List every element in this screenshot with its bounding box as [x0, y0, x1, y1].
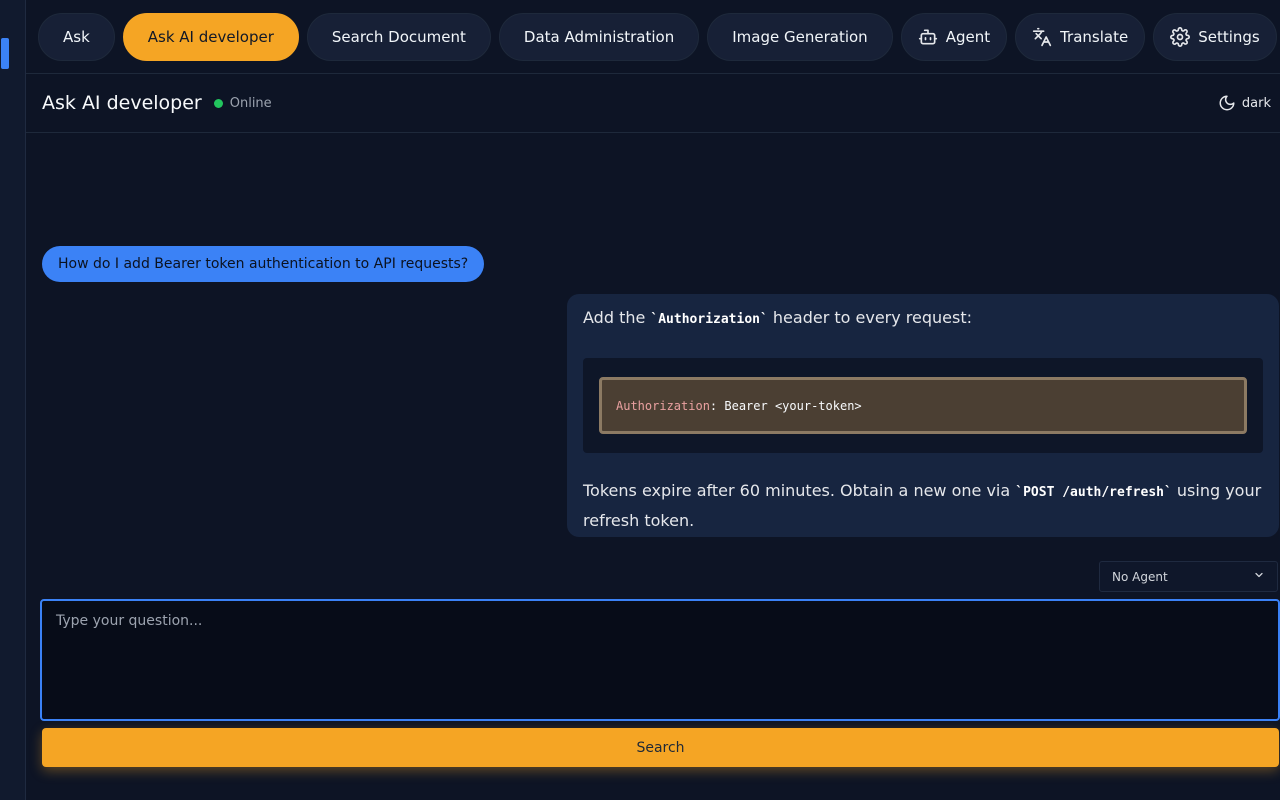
nav-translate-label: Translate — [1060, 27, 1129, 46]
status-text: Online — [229, 95, 272, 111]
sidebar — [0, 0, 26, 800]
nav-translate[interactable]: Translate — [1015, 12, 1146, 61]
ai-response-line2: Tokens expire after 60 minutes. Obtain a… — [583, 481, 1262, 530]
ai-response-line1: Add the `Authorization` header to every … — [583, 308, 972, 327]
inline-code: `POST /auth/refresh` — [1015, 485, 1172, 500]
nav-agent-label: Agent — [945, 27, 991, 46]
chat-header: Ask AI developer Online dark — [26, 74, 1280, 133]
nav-settings-label: Settings — [1198, 27, 1260, 46]
page-title: Ask AI developer — [42, 92, 202, 114]
code-header-key: Authorization — [616, 398, 710, 413]
status-indicator: Online — [213, 95, 272, 111]
robot-icon — [918, 27, 938, 47]
sidebar-toggle-handle[interactable] — [1, 38, 9, 69]
nav-search-document[interactable]: Search Document — [306, 12, 491, 61]
inline-code: `Authorization` — [650, 312, 768, 327]
agent-select[interactable]: No Agent — [1099, 561, 1278, 592]
nav-ask-ai-developer[interactable]: Ask AI developer — [122, 12, 299, 61]
top-navigation: Ask Ask AI developer Search Document Dat… — [26, 0, 1280, 74]
nav-image-generation[interactable]: Image Generation — [707, 12, 893, 61]
code-block: Authorization: Bearer <your-token> — [583, 358, 1263, 453]
translate-icon — [1032, 27, 1052, 47]
agent-select-value: No Agent — [1112, 569, 1168, 584]
code-line: Authorization: Bearer <your-token> — [599, 377, 1247, 434]
ai-response: Add the `Authorization` header to every … — [567, 294, 1279, 537]
nav-data-administration[interactable]: Data Administration — [498, 12, 700, 61]
theme-label: dark — [1241, 95, 1271, 111]
theme-toggle[interactable]: dark — [1218, 94, 1271, 112]
nav-agent[interactable]: Agent — [900, 12, 1008, 61]
moon-icon — [1218, 94, 1236, 112]
nav-settings[interactable]: Settings — [1153, 12, 1277, 61]
question-input[interactable] — [40, 599, 1280, 721]
online-dot-icon — [213, 98, 223, 108]
code-header-value: : Bearer <your-token> — [709, 398, 862, 413]
nav-ask[interactable]: Ask — [38, 12, 115, 61]
chevron-down-icon — [1253, 569, 1265, 584]
user-message: How do I add Bearer token authentication… — [42, 246, 485, 282]
search-button[interactable]: Search — [42, 728, 1279, 767]
gear-icon — [1170, 26, 1191, 47]
